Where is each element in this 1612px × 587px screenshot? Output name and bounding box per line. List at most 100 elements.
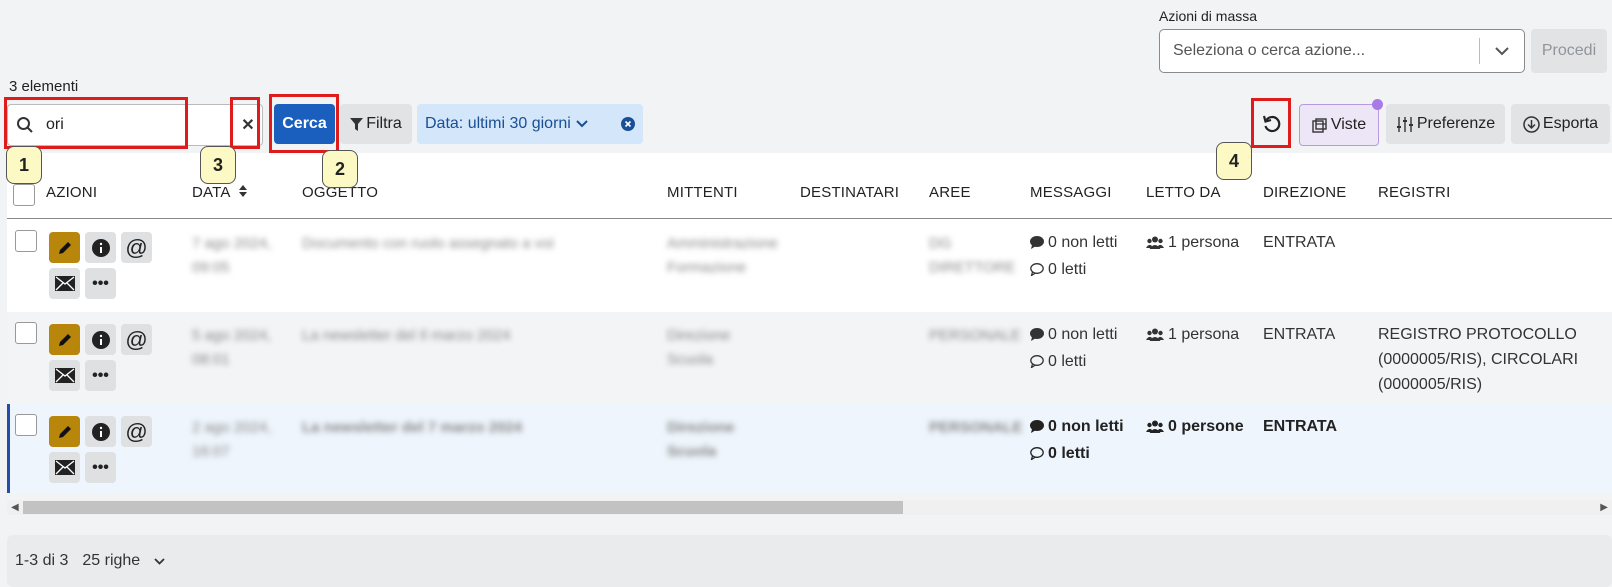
row-date: 5 ago 2024, 08:01	[192, 327, 272, 368]
preferences-label: Preferenze	[1416, 115, 1496, 132]
date-filter-chip[interactable]: Data: ultimi 30 giorni	[417, 104, 643, 144]
more-icon: •••	[92, 274, 109, 292]
table-header: AZIONI DATA OGGETTO MITTENTI DESTINATARI…	[7, 153, 1612, 219]
row-messages: 0 non letti 0 letti	[1030, 322, 1117, 376]
annotation-box-search-input	[4, 97, 188, 149]
message-button[interactable]	[49, 268, 80, 299]
more-button[interactable]: •••	[85, 452, 116, 483]
horizontal-scrollbar[interactable]: ◀ ▶	[7, 500, 1612, 515]
annotation-tag-2: 2	[322, 150, 358, 188]
row-areas: PERSONALE	[929, 327, 1021, 344]
edit-button[interactable]	[49, 232, 80, 263]
pagination-bar: 1-3 di 3 25 righe	[7, 535, 1612, 587]
info-icon	[91, 238, 110, 257]
filter-button[interactable]: Filtra	[340, 104, 412, 144]
info-button[interactable]	[85, 416, 116, 447]
filter-label: Filtra	[366, 115, 402, 132]
download-icon	[1523, 115, 1540, 133]
annotation-box-reset	[1251, 98, 1291, 148]
pencil-icon	[58, 333, 71, 346]
email-button[interactable]: @	[121, 416, 152, 447]
column-data-label: DATA	[192, 184, 230, 201]
row-read-by: 0 persone	[1146, 414, 1244, 441]
row-messages: 0 non letti 0 letti	[1030, 414, 1124, 468]
row-checkbox[interactable]	[15, 322, 37, 344]
envelope-icon	[54, 276, 75, 291]
chevron-down-icon	[154, 557, 165, 565]
views-button[interactable]: Viste	[1299, 104, 1379, 146]
rows-per-page-label: 25 righe	[82, 552, 141, 569]
select-all-checkbox[interactable]	[13, 184, 35, 206]
sliders-icon	[1396, 116, 1413, 132]
preferences-button[interactable]: Preferenze	[1386, 104, 1505, 144]
row-date: 7 ago 2024, 09:05	[192, 235, 272, 276]
row-senders: Direzione Scuola	[667, 419, 735, 460]
item-count: 3 elementi	[9, 78, 79, 95]
date-filter-dropdown[interactable]: Data: ultimi 30 giorni	[417, 115, 613, 133]
email-button[interactable]: @	[121, 324, 152, 355]
row-areas: DG DIRETTORE	[929, 235, 1016, 276]
chevron-down-icon[interactable]	[1480, 30, 1524, 72]
proceed-button[interactable]: Procedi	[1531, 29, 1607, 73]
users-icon	[1146, 324, 1164, 349]
filter-icon	[350, 117, 364, 131]
documents-table: AZIONI DATA OGGETTO MITTENTI DESTINATARI…	[7, 153, 1612, 493]
remove-filter-icon[interactable]	[613, 117, 643, 131]
column-mittenti: MITTENTI	[667, 184, 738, 201]
envelope-icon	[54, 368, 75, 383]
row-direction: ENTRATA	[1263, 418, 1338, 435]
column-direzione: DIREZIONE	[1263, 184, 1347, 201]
info-button[interactable]	[85, 232, 116, 263]
row-direction: ENTRATA	[1263, 234, 1336, 251]
notification-dot	[1372, 99, 1383, 110]
comment-outline-icon	[1030, 351, 1044, 376]
info-button[interactable]	[85, 324, 116, 355]
more-button[interactable]: •••	[85, 268, 116, 299]
row-senders: Amministrazione Formazione	[667, 235, 778, 276]
row-areas: PERSONALE	[929, 419, 1023, 436]
comment-icon	[1030, 232, 1044, 257]
table-row[interactable]: @ ••• 7 ago 2024, 09:05 Documento con ruo…	[7, 220, 1612, 312]
export-button[interactable]: Esporta	[1511, 104, 1610, 144]
scroll-left-icon[interactable]: ◀	[11, 502, 19, 513]
annotation-tag-4: 4	[1216, 142, 1252, 180]
row-direction: ENTRATA	[1263, 326, 1336, 343]
envelope-icon	[54, 460, 75, 475]
pagination-range: 1-3 di 3	[15, 552, 69, 569]
annotation-tag-1: 1	[6, 146, 42, 184]
at-icon: @	[125, 418, 148, 444]
row-subject[interactable]: Documento con ruolo assegnato a voi	[302, 232, 554, 256]
row-date: 2 ago 2024, 16:07	[192, 419, 272, 460]
users-icon	[1146, 232, 1164, 257]
edit-button[interactable]	[49, 324, 80, 355]
comment-icon	[1030, 416, 1044, 441]
column-data[interactable]: DATA	[192, 184, 248, 201]
row-subject[interactable]: La newsletter del Il marzo 2024	[302, 324, 510, 348]
edit-button[interactable]	[49, 416, 80, 447]
annotation-tag-3: 3	[200, 146, 236, 184]
column-registri: REGISTRI	[1378, 184, 1451, 201]
table-row[interactable]: @ ••• 5 ago 2024, 08:01 La newsletter del…	[7, 312, 1612, 404]
mass-actions-select[interactable]: Seleziona o cerca azione...	[1159, 29, 1525, 73]
date-filter-label: Data: ultimi 30 giorni	[425, 115, 571, 132]
message-button[interactable]	[49, 452, 80, 483]
row-messages: 0 non letti 0 letti	[1030, 230, 1117, 284]
row-checkbox[interactable]	[15, 230, 37, 252]
rows-per-page-select[interactable]: 25 righe	[82, 552, 165, 570]
row-subject[interactable]: La newsletter del 7 marzo 2024	[302, 416, 522, 440]
row-senders: Direzione Scuola	[667, 327, 731, 368]
email-button[interactable]: @	[121, 232, 152, 263]
views-label: Viste	[1330, 116, 1367, 133]
message-button[interactable]	[49, 360, 80, 391]
views-icon	[1312, 117, 1327, 133]
row-checkbox[interactable]	[15, 414, 37, 436]
scrollbar-thumb[interactable]	[23, 501, 903, 514]
column-letto-da: LETTO DA	[1146, 184, 1221, 201]
column-messaggi: MESSAGGI	[1030, 184, 1112, 201]
table-row-selected[interactable]: @ ••• 2 ago 2024, 16:07 La newsletter del…	[7, 404, 1612, 493]
scroll-right-icon[interactable]: ▶	[1600, 502, 1608, 513]
comment-outline-icon	[1030, 259, 1044, 284]
mass-actions-label: Azioni di massa	[1159, 8, 1258, 24]
more-button[interactable]: •••	[85, 360, 116, 391]
info-icon	[91, 330, 110, 349]
